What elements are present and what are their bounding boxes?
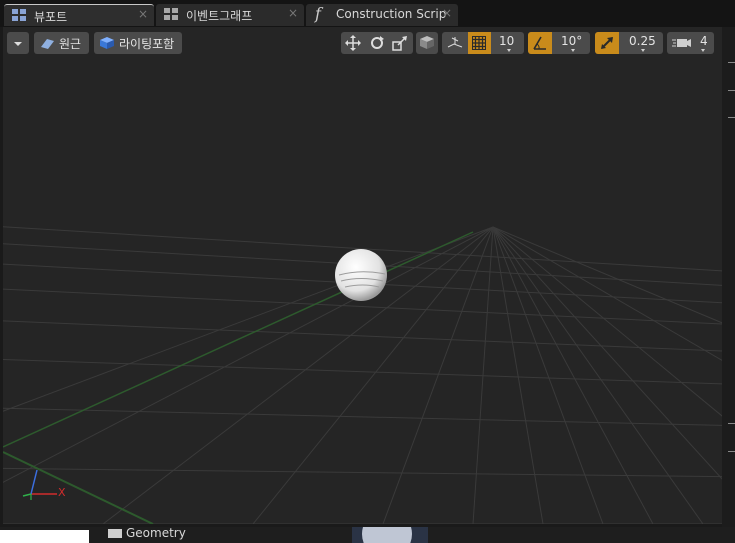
perspective-button[interactable]: 원근 xyxy=(34,32,89,54)
chevron-down-icon xyxy=(14,42,22,46)
grid-line xyxy=(492,226,604,524)
perspective-icon xyxy=(41,39,54,49)
right-panel-edge xyxy=(722,27,735,527)
grid-line xyxy=(492,226,722,417)
grid-line xyxy=(3,320,722,352)
tab-bar: 뷰포트 × 이벤트그래프 × f Construction Scrip × xyxy=(0,0,735,27)
tab-event-graph[interactable]: 이벤트그래프 × xyxy=(156,4,304,26)
tab-construction-script-close-icon[interactable]: × xyxy=(442,6,452,20)
level-viewport[interactable]: 원근 라이팅포함 10 10° 0.25 4 X xyxy=(3,27,722,524)
chevron-down-icon xyxy=(571,49,575,52)
grid-line xyxy=(102,226,494,524)
tab-viewport-label: 뷰포트 xyxy=(34,10,68,24)
event-graph-icon xyxy=(164,8,178,20)
grid-line xyxy=(492,226,722,324)
viewport-grid-icon xyxy=(12,9,26,21)
grid-icon xyxy=(472,36,486,50)
scale-icon[interactable] xyxy=(392,35,408,51)
grid-line xyxy=(492,226,722,480)
scale-snap-group: 0.25 xyxy=(595,32,663,54)
surface-snap-icon[interactable] xyxy=(446,35,464,51)
move-arrows-icon[interactable] xyxy=(345,35,361,51)
lit-mode-label: 라이팅포함 xyxy=(119,37,175,51)
rotation-snap-value[interactable]: 10° xyxy=(561,34,582,48)
grid-line xyxy=(492,226,654,524)
grid-line xyxy=(3,467,722,478)
lit-cube-icon xyxy=(100,37,114,49)
sphere-mesh[interactable] xyxy=(331,245,391,305)
coordinate-system-button[interactable] xyxy=(416,32,438,54)
tab-event-graph-close-icon[interactable]: × xyxy=(288,6,298,20)
tab-event-graph-label: 이벤트그래프 xyxy=(186,9,253,23)
chevron-down-icon xyxy=(701,49,705,52)
grid-line xyxy=(3,226,494,483)
viewport-options-button[interactable] xyxy=(7,32,29,54)
perspective-label: 원근 xyxy=(59,37,82,51)
rotation-snap-group: 10° xyxy=(528,32,590,54)
scale-snap-toggle[interactable] xyxy=(595,32,619,54)
grid-line xyxy=(3,226,494,412)
grid-line xyxy=(492,226,704,524)
function-icon: f xyxy=(315,4,321,23)
tab-viewport-close-icon[interactable]: × xyxy=(138,7,148,21)
scale-arrow-icon xyxy=(601,37,613,49)
camera-speed-button[interactable]: 4 xyxy=(667,32,714,54)
transform-tools-group xyxy=(341,32,413,54)
world-cube-icon xyxy=(420,36,434,49)
tab-construction-script-label: Construction Scrip xyxy=(336,7,447,21)
chevron-down-icon xyxy=(507,49,511,52)
folder-icon xyxy=(108,529,122,538)
rotation-snap-toggle[interactable] xyxy=(528,32,552,54)
chevron-down-icon xyxy=(641,49,645,52)
outliner-item-label: Geometry xyxy=(126,526,186,540)
tab-viewport[interactable]: 뷰포트 × xyxy=(4,4,154,26)
scale-snap-value[interactable]: 0.25 xyxy=(629,34,656,48)
angle-icon xyxy=(533,36,546,50)
asset-thumbnail[interactable] xyxy=(352,527,428,543)
white-panel xyxy=(0,530,89,543)
rotate-icon[interactable] xyxy=(369,35,385,51)
camera-speed-value: 4 xyxy=(700,34,708,48)
grid-line xyxy=(492,226,544,524)
grid-line xyxy=(3,407,722,426)
axis-x-label: X xyxy=(58,486,66,499)
tab-construction-script[interactable]: f Construction Scrip × xyxy=(306,4,458,26)
grid-line xyxy=(3,358,722,385)
grid-snap-toggle[interactable] xyxy=(468,32,491,54)
grid-snap-group: 10 xyxy=(442,32,524,54)
grid-line xyxy=(492,226,722,361)
outliner-item-geometry[interactable]: Geometry xyxy=(108,526,186,540)
camera-icon xyxy=(672,39,691,47)
grid-snap-value[interactable]: 10 xyxy=(499,34,514,48)
lit-mode-button[interactable]: 라이팅포함 xyxy=(94,32,182,54)
